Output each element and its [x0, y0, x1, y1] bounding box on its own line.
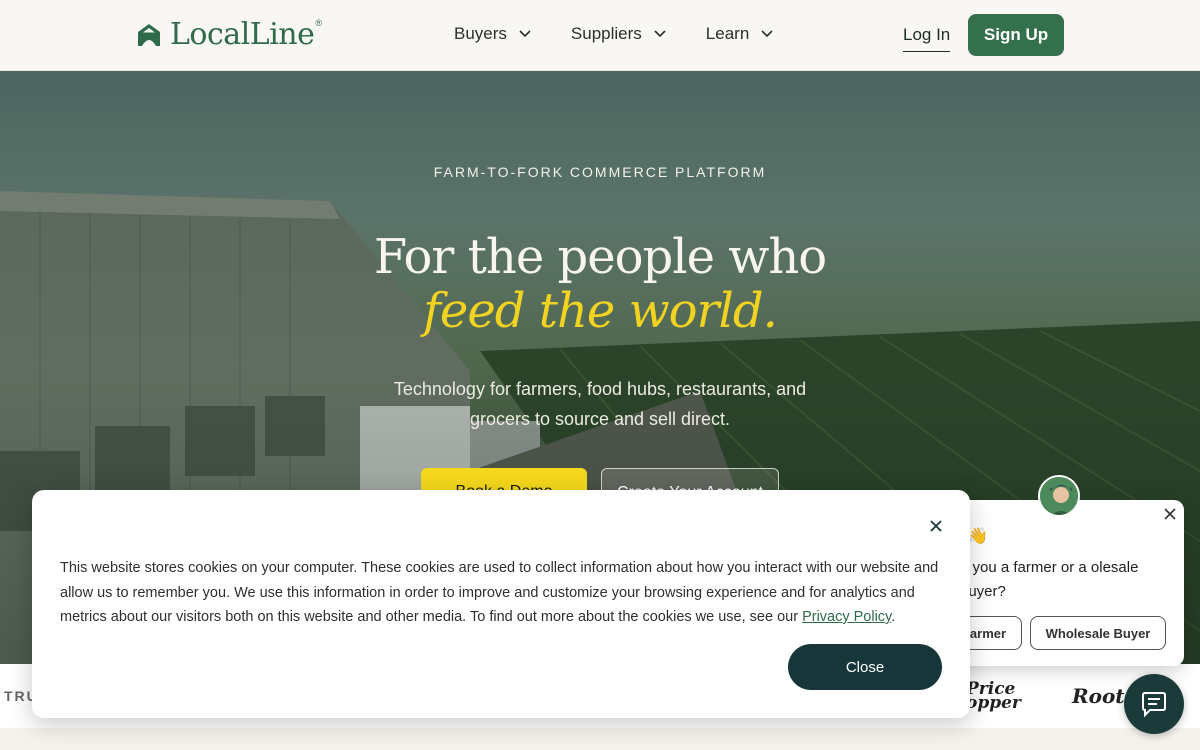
logo[interactable]: LocalLine ® [136, 18, 322, 52]
chat-bubble-icon [1142, 692, 1166, 718]
bottom-band [0, 728, 1200, 750]
hero-eyebrow: FARM-TO-FORK COMMERCE PLATFORM [433, 164, 767, 180]
nav-suppliers-label: Suppliers [570, 24, 642, 43]
chevron-down-icon [761, 30, 773, 38]
nav-learn-label: Learn [705, 24, 750, 43]
close-icon[interactable] [928, 518, 944, 534]
chevron-down-icon [654, 30, 666, 38]
nav-buyers[interactable]: Buyers [454, 24, 531, 44]
hero-headline-accent: feed the world. [423, 283, 778, 339]
chat-launcher-button[interactable] [1124, 674, 1184, 734]
cookie-close-button[interactable]: Close [788, 644, 942, 690]
cookie-banner: This website stores cookies on your comp… [32, 490, 970, 718]
nav-suppliers[interactable]: Suppliers [571, 24, 666, 44]
registered-mark: ® [315, 18, 322, 28]
logo-text: LocalLine [170, 17, 315, 52]
logo-house-icon [138, 24, 160, 46]
privacy-policy-link[interactable]: Privacy Policy [802, 609, 891, 625]
signup-button[interactable]: Sign Up [968, 14, 1064, 56]
brand-logo-price-chopper: Price opper [966, 681, 1021, 713]
chat-agent-avatar [1038, 475, 1080, 517]
wave-emoji: 👋 [968, 528, 988, 545]
main-nav: Buyers Suppliers Learn [454, 24, 813, 44]
cookie-text: This website stores cookies on your comp… [60, 556, 940, 630]
chat-popup: 👋 e you a farmer or a olesale buyer? arm… [948, 500, 1184, 666]
chevron-down-icon [519, 30, 531, 38]
chat-option-wholesale-buyer[interactable]: Wholesale Buyer [1030, 616, 1166, 650]
site-header: LocalLine ® Buyers Suppliers Learn Log I… [0, 0, 1200, 71]
login-link[interactable]: Log In [903, 25, 951, 52]
cookie-text-end: . [891, 609, 896, 625]
nav-buyers-label: Buyers [454, 24, 507, 43]
hero-subtext: Technology for farmers, food hubs, resta… [393, 379, 807, 429]
nav-learn[interactable]: Learn [706, 24, 773, 44]
hero-headline: For the people who [373, 229, 827, 285]
brand-price-line2: opper [966, 693, 1021, 713]
chat-question: e you a farmer or a olesale buyer? [960, 559, 1139, 600]
close-icon[interactable] [1164, 508, 1176, 520]
